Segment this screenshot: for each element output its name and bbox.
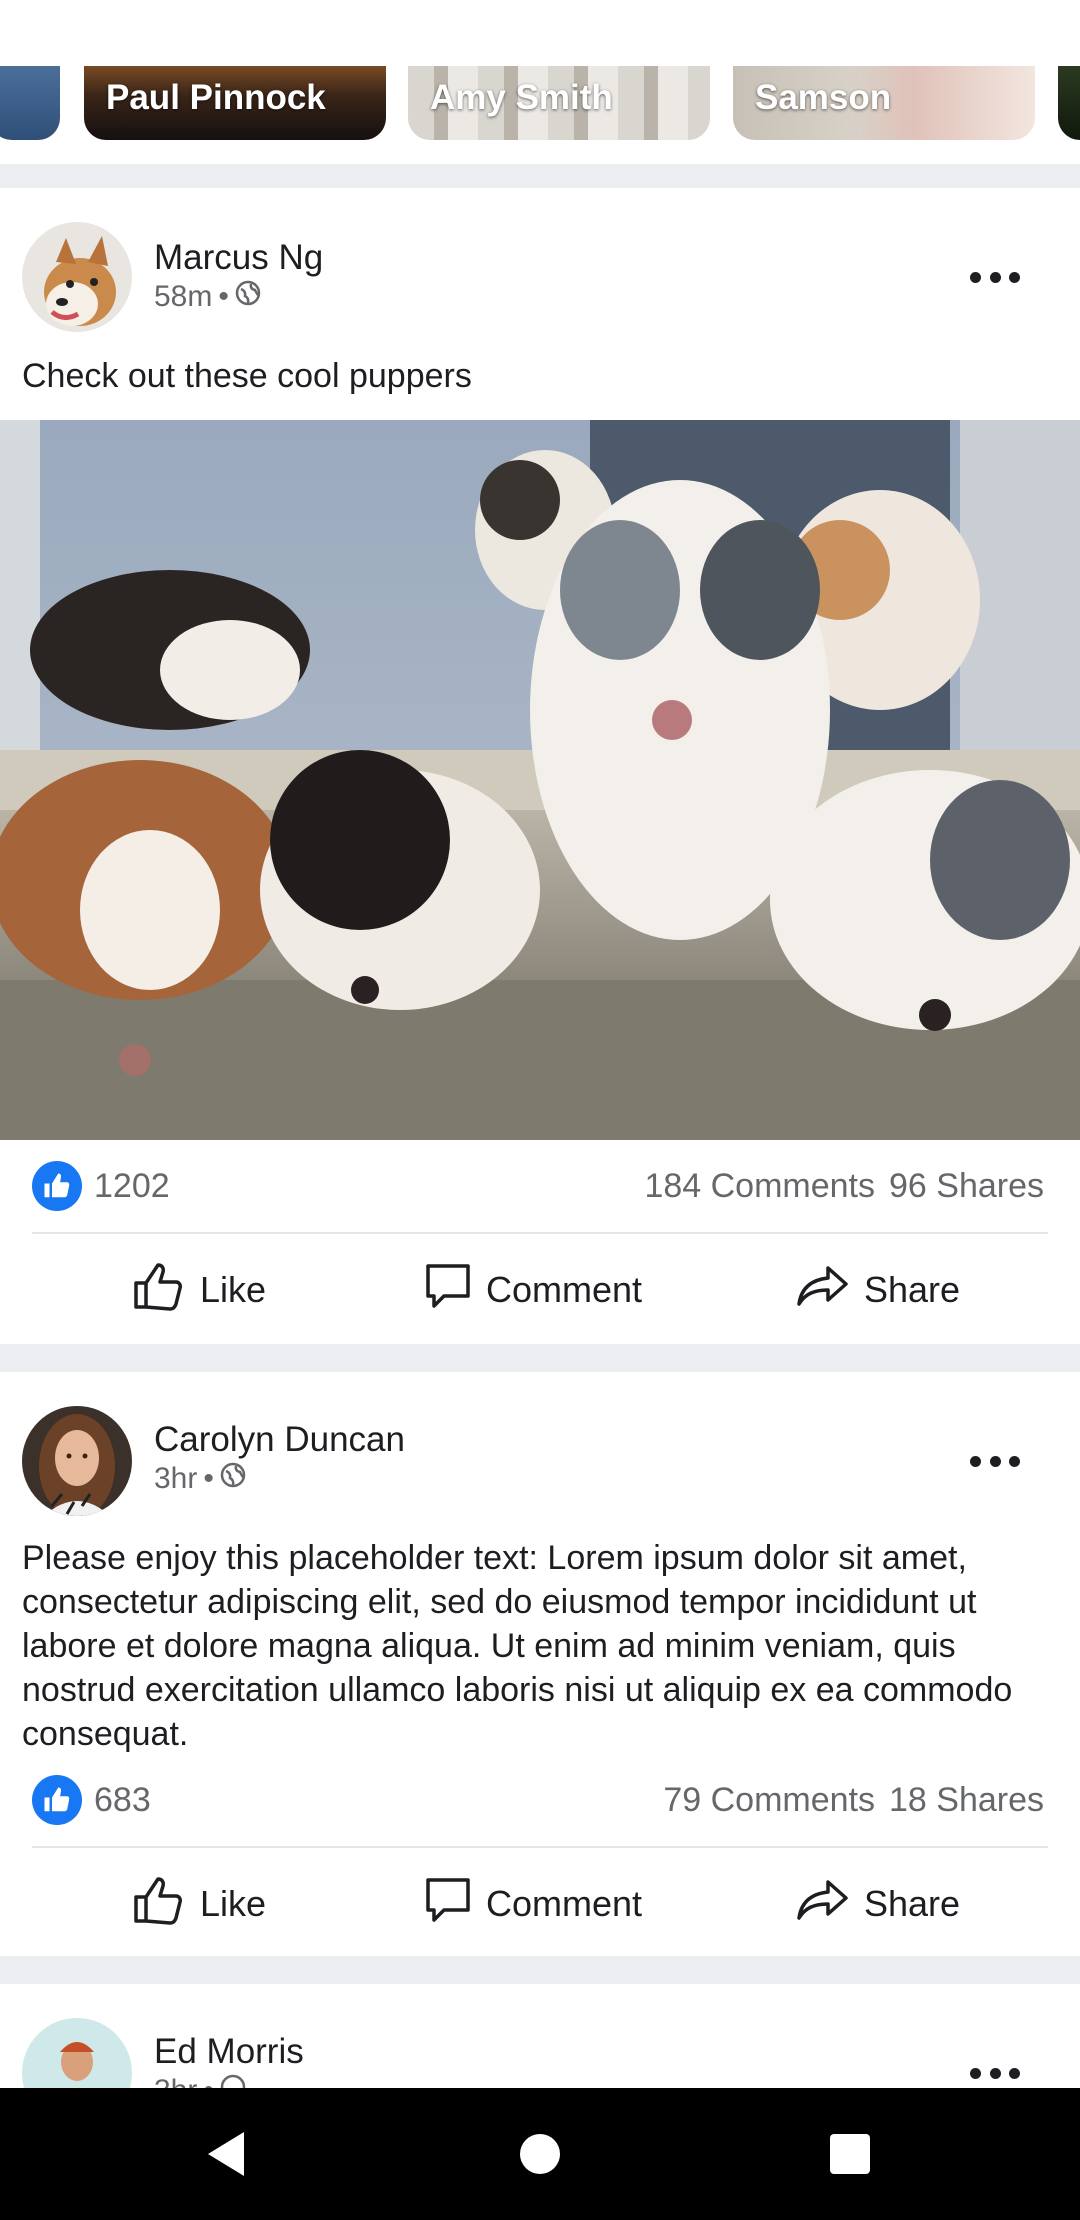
story-card-paul-pinnock[interactable]: Paul Pinnock bbox=[84, 66, 386, 140]
back-icon[interactable] bbox=[200, 2128, 252, 2180]
comment-icon bbox=[424, 1876, 472, 1933]
post-time: 3hr bbox=[154, 2074, 197, 2088]
comment-icon bbox=[424, 1262, 472, 1319]
globe-icon bbox=[235, 280, 261, 314]
post-caption: Please enjoy this placeholder text: Lore… bbox=[22, 1539, 1013, 1753]
stories-strip: Paul Pinnock Amy Smith Samson bbox=[0, 0, 1080, 164]
like-icon bbox=[132, 1875, 186, 1934]
post-actions: Like Comment Share bbox=[0, 1864, 1080, 1944]
like-label: Like bbox=[200, 1883, 267, 1924]
more-icon[interactable] bbox=[970, 1454, 1020, 1468]
more-icon[interactable] bbox=[970, 2066, 1020, 2080]
like-count[interactable]: 1202 bbox=[94, 1167, 170, 1206]
share-label: Share bbox=[864, 1269, 961, 1310]
share-count[interactable]: 18 Shares bbox=[889, 1781, 1044, 1820]
story-card[interactable] bbox=[0, 66, 60, 140]
meta-dot: • bbox=[218, 280, 229, 313]
feed-divider bbox=[0, 1344, 1080, 1372]
feed-divider bbox=[0, 1956, 1080, 1984]
share-count[interactable]: 96 Shares bbox=[889, 1167, 1044, 1206]
more-icon[interactable] bbox=[970, 270, 1020, 284]
post-card: Ed Morris 3hr • bbox=[0, 1984, 1080, 2088]
story-card-samson[interactable]: Samson bbox=[733, 66, 1035, 140]
comment-label: Comment bbox=[486, 1269, 643, 1310]
globe-icon bbox=[220, 1462, 246, 1496]
story-name: Samson bbox=[755, 78, 892, 117]
post-meta: 3hr • bbox=[154, 2074, 246, 2088]
system-nav-bar bbox=[0, 2088, 1080, 2220]
recents-icon[interactable] bbox=[824, 2128, 876, 2180]
like-badge-icon bbox=[32, 1775, 82, 1825]
share-label: Share bbox=[864, 1883, 961, 1924]
like-button[interactable]: Like bbox=[132, 1250, 266, 1330]
avatar[interactable] bbox=[22, 1406, 132, 1516]
post-time: 3hr bbox=[154, 1462, 198, 1495]
avatar[interactable] bbox=[22, 222, 132, 332]
post-time: 58m bbox=[154, 280, 213, 313]
like-badge-icon bbox=[32, 1161, 82, 1211]
like-button[interactable]: Like bbox=[132, 1864, 266, 1944]
comment-count[interactable]: 184 Comments bbox=[644, 1167, 875, 1206]
story-card-amy-smith[interactable]: Amy Smith bbox=[408, 66, 710, 140]
story-name: Amy Smith bbox=[430, 78, 613, 117]
share-button[interactable]: Share bbox=[796, 1864, 960, 1944]
share-button[interactable]: Share bbox=[796, 1250, 960, 1330]
like-count[interactable]: 683 bbox=[94, 1781, 151, 1820]
story-name: Paul Pinnock bbox=[106, 78, 326, 117]
globe-icon bbox=[220, 2074, 246, 2088]
post-actions: Like Comment Share bbox=[0, 1250, 1080, 1330]
meta-dot: • bbox=[203, 1462, 214, 1495]
post-card: Carolyn Duncan 3hr • Please enjoy this p… bbox=[0, 1372, 1080, 1956]
like-icon bbox=[132, 1261, 186, 1320]
like-label: Like bbox=[200, 1269, 267, 1310]
comment-count[interactable]: 79 Comments bbox=[663, 1781, 875, 1820]
post-author[interactable]: Carolyn Duncan bbox=[154, 1420, 405, 1460]
avatar[interactable] bbox=[22, 2018, 132, 2088]
post-rule bbox=[32, 1232, 1048, 1234]
share-icon bbox=[796, 1878, 850, 1931]
home-icon[interactable] bbox=[514, 2128, 566, 2180]
post-stats: 1202 184 Comments 96 Shares bbox=[32, 1158, 1044, 1214]
post-photo[interactable] bbox=[0, 420, 1080, 1140]
post-caption: Check out these cool puppers bbox=[22, 357, 472, 395]
feed-divider bbox=[0, 164, 1080, 188]
share-icon bbox=[796, 1264, 850, 1317]
post-meta: 58m • bbox=[154, 280, 261, 314]
comment-button[interactable]: Comment bbox=[424, 1864, 642, 1944]
post-author[interactable]: Marcus Ng bbox=[154, 238, 323, 278]
meta-dot: • bbox=[203, 2074, 214, 2088]
comment-button[interactable]: Comment bbox=[424, 1250, 642, 1330]
post-author[interactable]: Ed Morris bbox=[154, 2032, 304, 2072]
post-stats: 683 79 Comments 18 Shares bbox=[32, 1772, 1044, 1828]
story-card[interactable] bbox=[1058, 66, 1080, 140]
post-card: Marcus Ng 58m • Check out these cool pup… bbox=[0, 188, 1080, 1344]
comment-label: Comment bbox=[486, 1883, 643, 1924]
post-meta: 3hr • bbox=[154, 1462, 246, 1496]
post-rule bbox=[32, 1846, 1048, 1848]
